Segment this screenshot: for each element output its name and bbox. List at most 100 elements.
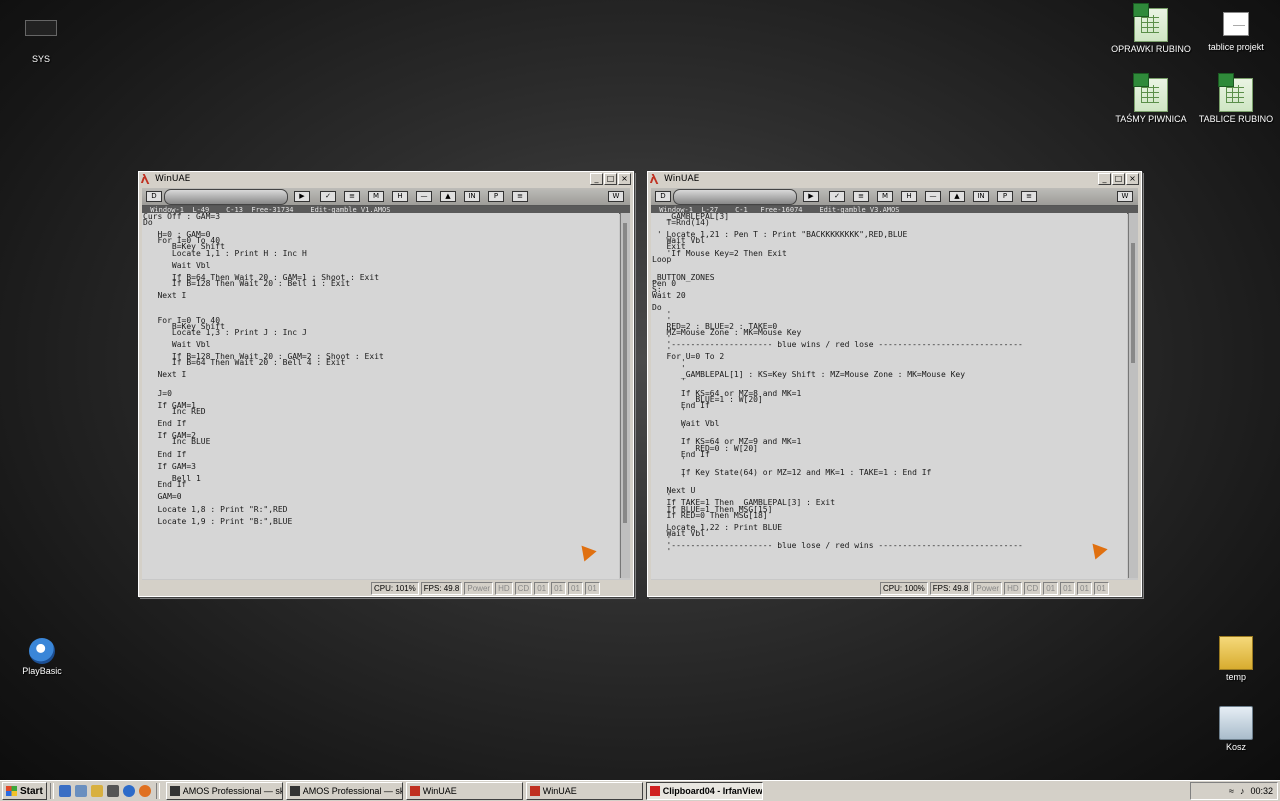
calculator-icon[interactable] bbox=[106, 785, 119, 797]
amos-icon bbox=[289, 786, 300, 796]
show-desktop-icon[interactable] bbox=[58, 785, 71, 797]
taskbar-item-label: Clipboard04 - IrfanView bbox=[662, 786, 763, 796]
taskbar-item-amos-1[interactable]: AMOS Professional — skrót bbox=[165, 782, 283, 800]
maximize-button[interactable]: □ bbox=[1112, 173, 1125, 185]
wb-button[interactable]: W bbox=[1117, 191, 1133, 202]
winuae-logo-icon bbox=[141, 174, 151, 184]
p-button[interactable]: P bbox=[997, 191, 1013, 202]
up-icon[interactable]: ▲ bbox=[440, 191, 456, 202]
play-icon[interactable]: ▶ bbox=[803, 191, 819, 202]
cd-led: CD bbox=[514, 581, 533, 595]
close-button[interactable]: × bbox=[618, 173, 631, 185]
list-icon[interactable]: ≡ bbox=[853, 191, 869, 202]
document-icon bbox=[1223, 12, 1249, 36]
taskbar-item-amos-2[interactable]: AMOS Professional — skrót bbox=[285, 782, 403, 800]
desktop-icon-tablice-rubino[interactable]: TABLICE RUBINO bbox=[1191, 73, 1280, 124]
recycle-bin-icon bbox=[1219, 706, 1253, 740]
start-button[interactable]: Start bbox=[2, 782, 47, 800]
desktop-icon-playbasic[interactable]: PlayBasic bbox=[0, 638, 87, 676]
windows-logo-icon bbox=[6, 786, 17, 796]
winuae-quicklaunch-icon[interactable] bbox=[90, 785, 103, 797]
desktop-icon-tasmy[interactable]: TAŚMY PIWNICA bbox=[1106, 73, 1196, 124]
amiga-screen[interactable]: D ▶ ✓ ≡ M H — ▲ IN P ≡ W Window-1 L-27 C… bbox=[651, 188, 1138, 580]
h-button[interactable]: H bbox=[901, 191, 917, 202]
check-icon[interactable]: ✓ bbox=[320, 191, 336, 202]
taskbar-item-irfanview[interactable]: Clipboard04 - IrfanView bbox=[645, 782, 763, 800]
clock[interactable]: 00:32 bbox=[1250, 786, 1273, 796]
title-bar[interactable]: WinUAE _ □ × bbox=[139, 172, 633, 186]
taskbar-item-label: AMOS Professional — skrót bbox=[302, 786, 402, 796]
desktop-icon-label: PlayBasic bbox=[22, 666, 62, 676]
desktop-icon-tablice-projekt[interactable]: tablice projekt bbox=[1191, 8, 1280, 52]
winuae-icon bbox=[409, 786, 420, 796]
insert-toggle-button[interactable]: IN bbox=[464, 191, 480, 202]
firefox-icon[interactable] bbox=[138, 785, 151, 797]
insert-toggle-button[interactable]: IN bbox=[973, 191, 989, 202]
window-title: WinUAE bbox=[155, 174, 191, 184]
line-icon[interactable]: — bbox=[925, 191, 941, 202]
df0-led: 01 bbox=[534, 581, 550, 595]
settings-icon[interactable]: ≡ bbox=[512, 191, 528, 202]
winuae-window-left[interactable]: WinUAE _ □ × D ▶ ✓ ≡ M H — ▲ IN P ≡ W Wi… bbox=[138, 171, 634, 597]
m-button[interactable]: M bbox=[877, 191, 893, 202]
maximize-button[interactable]: □ bbox=[604, 173, 617, 185]
df3-led: 01 bbox=[584, 581, 600, 595]
amos-toolbar[interactable]: D ▶ ✓ ≡ M H — ▲ IN P ≡ W bbox=[651, 188, 1138, 206]
desktop-icon-kosz[interactable]: Kosz bbox=[1191, 706, 1280, 752]
df2-led: 01 bbox=[1077, 581, 1092, 595]
list-icon[interactable]: ≡ bbox=[344, 191, 360, 202]
desktop-icon-temp[interactable]: temp bbox=[1191, 636, 1280, 682]
vertical-scrollbar[interactable] bbox=[620, 213, 630, 578]
check-icon[interactable]: ✓ bbox=[829, 191, 845, 202]
line-icon[interactable]: — bbox=[416, 191, 432, 202]
browser-icon[interactable] bbox=[122, 785, 135, 797]
status-bar: CPU: 101% FPS: 49.8 Power HD CD 01 01 01… bbox=[141, 581, 631, 595]
vertical-scrollbar[interactable] bbox=[1128, 213, 1138, 578]
code-editor[interactable]: Curs Off : GAM=3 Do H=0 : GAM=0 For I=0 … bbox=[142, 213, 619, 579]
winuae-window-right[interactable]: WinUAE _ □ × D ▶ ✓ ≡ M H — ▲ IN P ≡ W Wi… bbox=[647, 171, 1142, 597]
status-bar: CPU: 100% FPS: 49.8 Power HD CD 01 01 01… bbox=[650, 581, 1139, 595]
amos-menu-button[interactable]: D bbox=[655, 191, 671, 202]
amos-toolbar[interactable]: D ▶ ✓ ≡ M H — ▲ IN P ≡ W bbox=[142, 188, 630, 206]
scrollbar-thumb[interactable] bbox=[623, 223, 627, 523]
desktop-icon-label: TAŚMY PIWNICA bbox=[1115, 114, 1187, 124]
playbasic-icon bbox=[29, 638, 55, 664]
settings-icon[interactable]: ≡ bbox=[1021, 191, 1037, 202]
code-editor[interactable]: _GAMBLEPAL[3] T=Rnd(14) ' Locate 1,21 : … bbox=[651, 213, 1127, 579]
amos-logo-icon bbox=[164, 189, 288, 205]
df3-led: 01 bbox=[1093, 581, 1109, 595]
m-button[interactable]: M bbox=[368, 191, 384, 202]
scrollbar-thumb[interactable] bbox=[1131, 243, 1135, 363]
start-label: Start bbox=[20, 785, 43, 797]
minimize-button[interactable]: _ bbox=[590, 173, 603, 185]
folder-icon bbox=[1219, 636, 1253, 670]
winuae-icon bbox=[529, 786, 540, 796]
toolbar-separator bbox=[49, 783, 54, 799]
spreadsheet-icon bbox=[1133, 73, 1168, 112]
desktop-icon-oprawki[interactable]: OPRAWKI RUBINO bbox=[1106, 3, 1196, 54]
up-icon[interactable]: ▲ bbox=[949, 191, 965, 202]
desktop-icon-sys[interactable]: SYS bbox=[0, 10, 86, 64]
wb-button[interactable]: W bbox=[608, 191, 624, 202]
taskbar-item-winuae-1[interactable]: WinUAE bbox=[405, 782, 523, 800]
amiga-screen[interactable]: D ▶ ✓ ≡ M H — ▲ IN P ≡ W Window-1 L-49 C… bbox=[142, 188, 630, 580]
power-led: Power bbox=[464, 581, 494, 595]
volume-icon[interactable]: ♪ bbox=[1240, 786, 1245, 796]
h-button[interactable]: H bbox=[392, 191, 408, 202]
window-title: WinUAE bbox=[664, 174, 700, 184]
explorer-icon[interactable] bbox=[74, 785, 87, 797]
p-button[interactable]: P bbox=[488, 191, 504, 202]
close-button[interactable]: × bbox=[1126, 173, 1139, 185]
cpu-indicator: CPU: 101% bbox=[371, 581, 419, 595]
desktop-icon-label: temp bbox=[1225, 672, 1246, 682]
amos-menu-button[interactable]: D bbox=[146, 191, 162, 202]
play-icon[interactable]: ▶ bbox=[294, 191, 310, 202]
hd-led: HD bbox=[495, 581, 513, 595]
taskbar-item-label: AMOS Professional — skrót bbox=[182, 786, 282, 796]
minimize-button[interactable]: _ bbox=[1098, 173, 1111, 185]
title-bar[interactable]: WinUAE _ □ × bbox=[648, 172, 1141, 186]
df0-led: 01 bbox=[1043, 581, 1059, 595]
taskbar-item-winuae-2[interactable]: WinUAE bbox=[525, 782, 643, 800]
tray-expand-icon[interactable]: ≈ bbox=[1229, 786, 1234, 796]
toolbar-separator bbox=[155, 783, 160, 799]
